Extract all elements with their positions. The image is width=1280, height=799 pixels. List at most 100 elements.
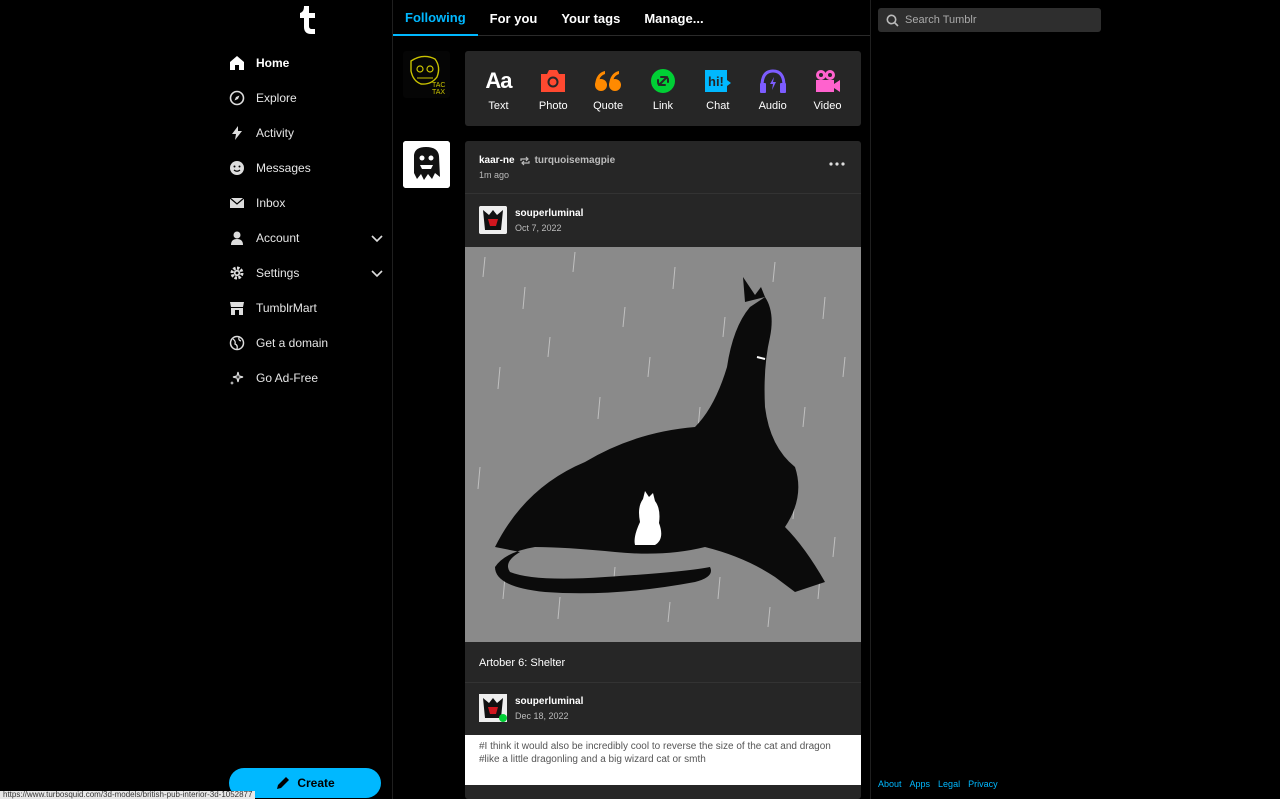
- nav-label: Inbox: [256, 195, 286, 210]
- post-composer: Aa Text Photo Quote Link hi! Chat Audio …: [465, 51, 861, 126]
- compose-label: Quote: [593, 99, 624, 112]
- nav-label: Get a domain: [256, 335, 329, 350]
- trail-avatar[interactable]: [479, 694, 507, 722]
- nav-item-go-ad-free[interactable]: Go Ad-Free: [218, 360, 393, 395]
- compose-label: Video: [813, 99, 842, 112]
- dragon-and-cat-illustration: [465, 247, 861, 642]
- nav-item-explore[interactable]: Explore: [218, 80, 393, 115]
- trail-date: Oct 7, 2022: [515, 223, 562, 233]
- post-tags: #I think it would also be incredibly coo…: [465, 735, 861, 785]
- post-tag[interactable]: #I think it would also be incredibly coo…: [479, 740, 847, 753]
- footer-link-about[interactable]: About: [878, 779, 902, 789]
- tab-manage[interactable]: Manage...: [632, 0, 715, 36]
- compose-text-button[interactable]: Aa Text: [473, 66, 523, 112]
- create-label: Create: [297, 776, 335, 790]
- feed-tabs: Following For you Your tags Manage...: [393, 0, 870, 36]
- tab-your-tags[interactable]: Your tags: [549, 0, 632, 36]
- link-icon: [647, 66, 679, 96]
- trail-avatar[interactable]: [479, 206, 507, 234]
- text-icon: Aa: [485, 67, 512, 93]
- nav-item-home[interactable]: Home: [218, 45, 393, 80]
- browser-status-url: https://www.turbosquid.com/3d-models/bri…: [0, 791, 256, 799]
- pencil-icon: [277, 777, 290, 789]
- nav-label: Messages: [256, 160, 311, 175]
- column-divider: [870, 0, 871, 799]
- column-divider: [392, 0, 393, 799]
- nav-item-account[interactable]: Account: [218, 220, 393, 255]
- nav-item-inbox[interactable]: Inbox: [218, 185, 393, 220]
- trail-name[interactable]: souperluminal: [515, 696, 583, 707]
- video-camera-icon: [811, 66, 843, 96]
- search-input[interactable]: [905, 14, 1095, 26]
- ghost-avatar-art: [403, 141, 450, 188]
- footer-link-legal[interactable]: Legal: [938, 779, 960, 789]
- compose-link-button[interactable]: Link: [638, 66, 688, 112]
- headphones-icon: [757, 66, 789, 96]
- post-time[interactable]: 1m ago: [479, 170, 847, 180]
- nav-label: Home: [256, 55, 290, 70]
- chevron-down-icon[interactable]: [371, 267, 383, 279]
- post-card: kaar-ne turquoisemagpie 1m ago souperlum…: [465, 141, 861, 799]
- trail-info: souperluminal Dec 18, 2022: [515, 694, 583, 735]
- quote-icon: [592, 66, 624, 96]
- post-header: kaar-ne turquoisemagpie 1m ago: [465, 141, 861, 194]
- post-image[interactable]: [465, 247, 861, 642]
- svg-text:hi!: hi!: [708, 74, 724, 89]
- search-bar[interactable]: [878, 8, 1101, 32]
- smiley-icon: [228, 159, 246, 177]
- tab-for-you[interactable]: For you: [478, 0, 550, 36]
- footer-link-apps[interactable]: Apps: [910, 779, 931, 789]
- tumblr-logo-icon[interactable]: [296, 6, 318, 34]
- chat-icon: hi!: [702, 66, 734, 96]
- compose-video-button[interactable]: Video: [802, 66, 852, 112]
- footer-link-privacy[interactable]: Privacy: [968, 779, 998, 789]
- compose-audio-button[interactable]: Audio: [748, 66, 798, 112]
- sparkle-icon: [228, 369, 246, 387]
- left-sidebar: Home Explore Activity Messages Inbox Acc…: [218, 0, 393, 799]
- store-icon: [228, 299, 246, 317]
- main-nav: Home Explore Activity Messages Inbox Acc…: [218, 45, 393, 395]
- compose-label: Text: [488, 99, 509, 112]
- nav-item-tumblrmart[interactable]: TumblrMart: [218, 290, 393, 325]
- trail-info: souperluminal Oct 7, 2022: [515, 206, 583, 247]
- nav-item-activity[interactable]: Activity: [218, 115, 393, 150]
- globe-icon: [228, 334, 246, 352]
- search-icon: [886, 14, 899, 27]
- nav-label: Explore: [256, 90, 297, 105]
- post-author[interactable]: kaar-ne: [479, 155, 515, 166]
- nav-item-messages[interactable]: Messages: [218, 150, 393, 185]
- home-icon: [228, 54, 246, 72]
- compose-label: Chat: [706, 99, 730, 112]
- compose-label: Photo: [538, 99, 568, 112]
- trail-header: souperluminal Oct 7, 2022: [465, 194, 861, 247]
- chevron-down-icon[interactable]: [371, 232, 383, 244]
- nav-label: Settings: [256, 265, 300, 280]
- envelope-icon: [228, 194, 246, 212]
- nav-label: Account: [256, 230, 300, 245]
- compose-chat-button[interactable]: hi! Chat: [693, 66, 743, 112]
- avatar-text-2: TAX: [432, 89, 445, 96]
- reblogged-from[interactable]: turquoisemagpie: [535, 155, 616, 166]
- footer-links: About Apps Legal Privacy: [878, 779, 1006, 789]
- post-tag[interactable]: #like a little dragonling and a big wiza…: [479, 753, 847, 766]
- trail-header: souperluminal Dec 18, 2022: [465, 683, 861, 735]
- post-byline: kaar-ne turquoisemagpie: [479, 155, 847, 166]
- trail-name[interactable]: souperluminal: [515, 208, 583, 219]
- compose-quote-button[interactable]: Quote: [583, 66, 633, 112]
- more-options-icon[interactable]: [827, 159, 847, 169]
- camera-icon: [537, 66, 569, 96]
- compose-photo-button[interactable]: Photo: [528, 66, 578, 112]
- nav-item-get-a-domain[interactable]: Get a domain: [218, 325, 393, 360]
- avatar-text-1: TAC: [432, 82, 445, 89]
- tab-following[interactable]: Following: [393, 0, 478, 36]
- nav-label: Activity: [256, 125, 295, 140]
- post-caption: Artober 6: Shelter: [465, 642, 861, 683]
- compose-label: Audio: [758, 99, 787, 112]
- gear-icon: [228, 264, 246, 282]
- my-avatar[interactable]: TAC TAX: [403, 51, 450, 98]
- compass-icon: [228, 89, 246, 107]
- nav-item-settings[interactable]: Settings: [218, 255, 393, 290]
- avatar-art: TAC TAX: [403, 51, 450, 98]
- nav-label: TumblrMart: [256, 300, 317, 315]
- post-author-avatar[interactable]: [403, 141, 450, 188]
